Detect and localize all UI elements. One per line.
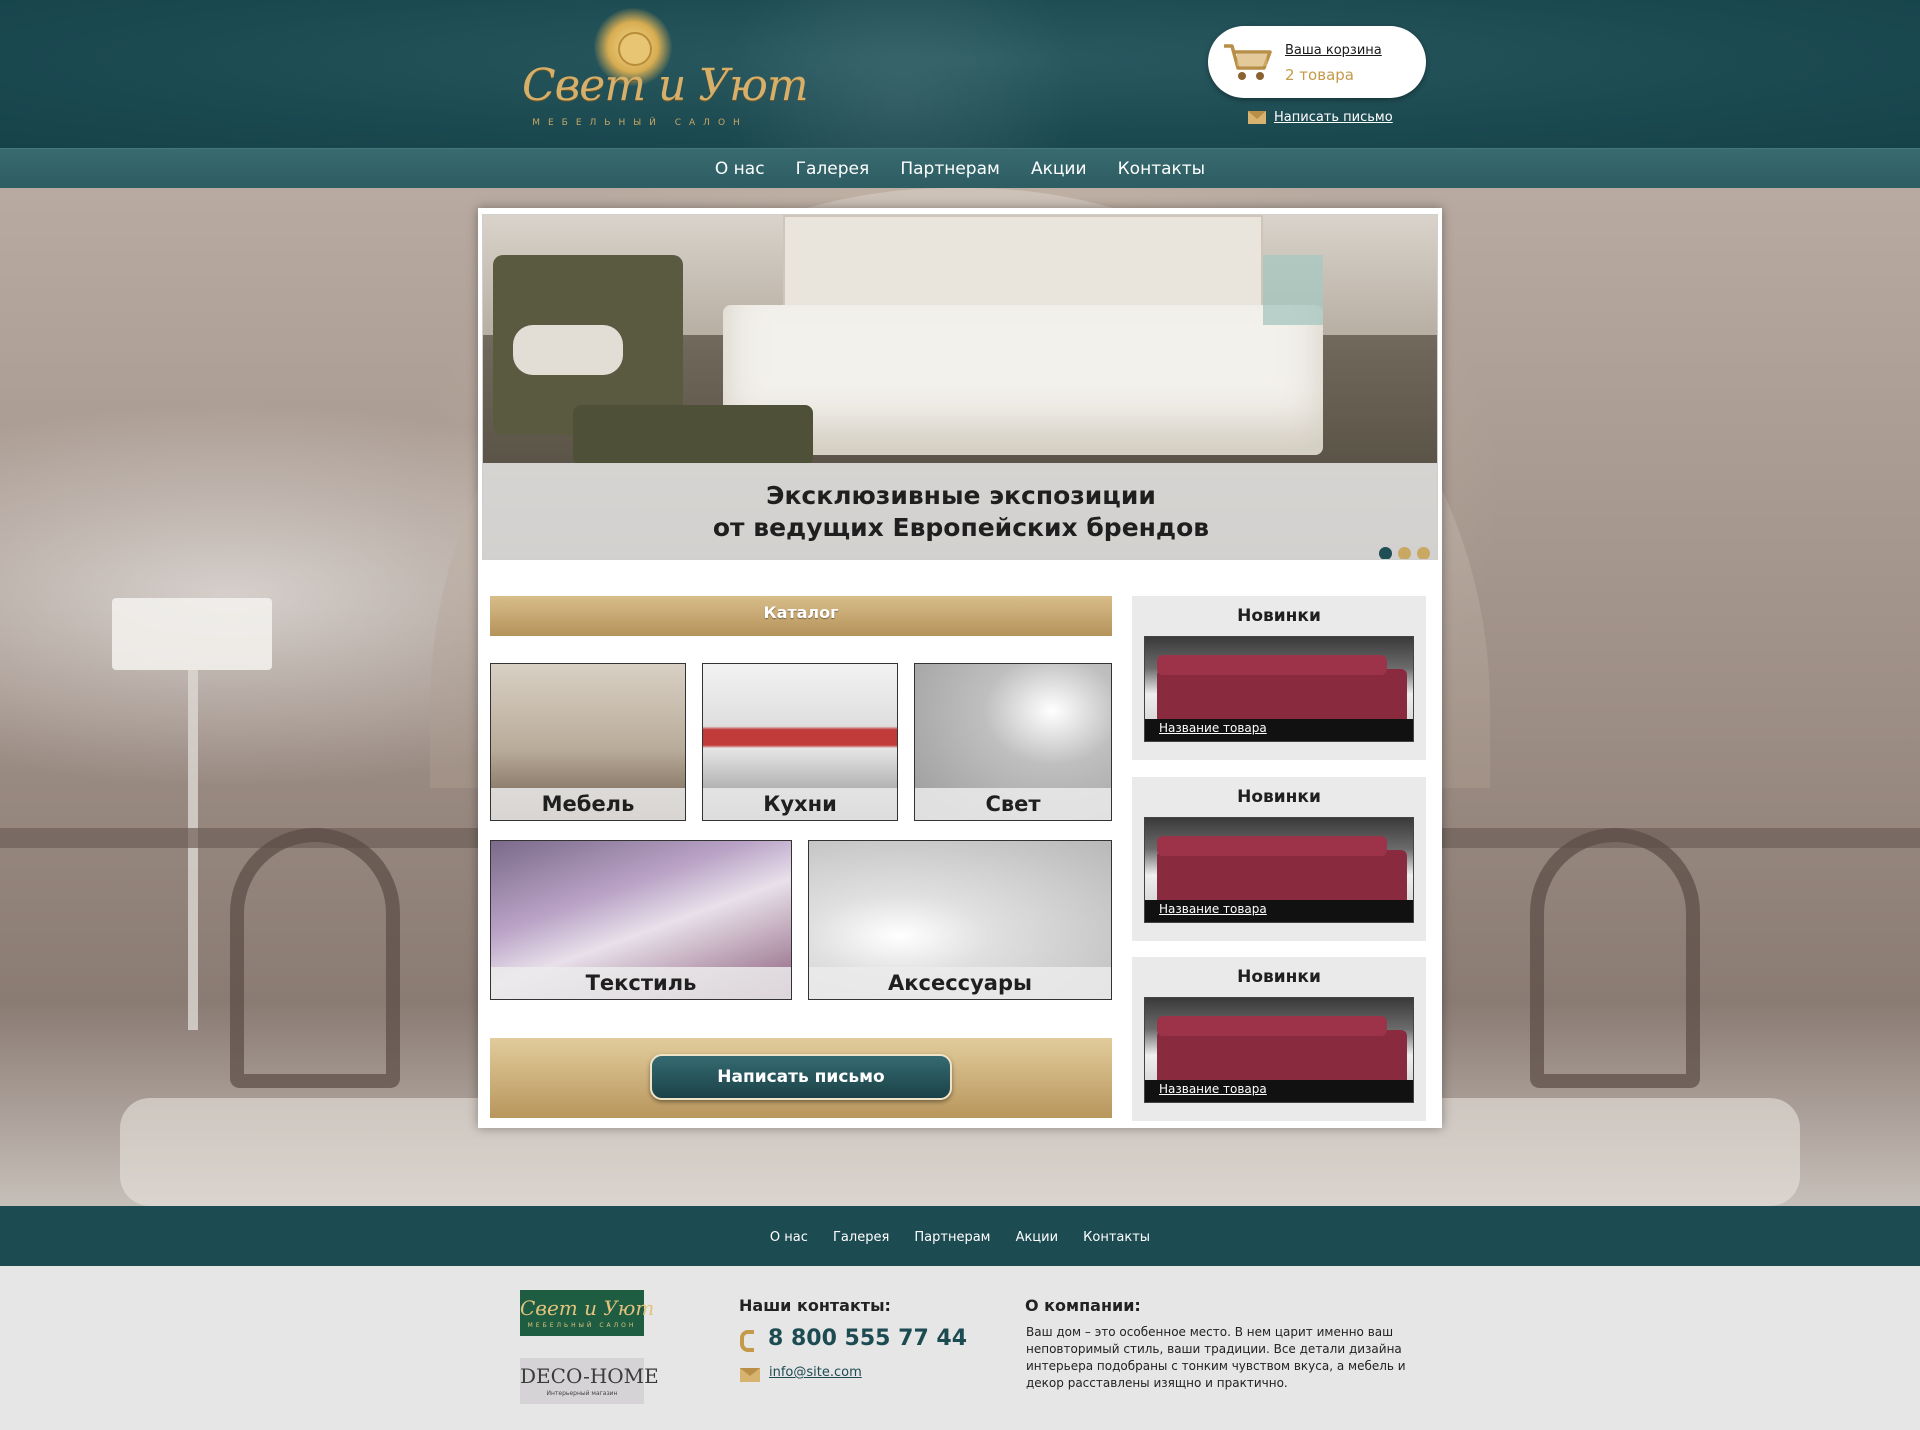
product-caption: Название товара [1145,719,1413,741]
footer-nav-bar: О нас Галерея Партнерам Акции Контакты [0,1206,1920,1266]
slide-image-ottoman [573,405,813,465]
product-image[interactable]: Название товара [1144,636,1414,742]
catalog-tile-label: Свет [915,788,1111,820]
footer-nav-item-about[interactable]: О нас [770,1208,808,1268]
sofa-image [1157,655,1407,725]
footer-logo-svet-i-uyut[interactable]: Свет и Уют МЕБЕЛЬНЫЙ САЛОН [520,1290,655,1336]
envelope-icon [1248,111,1266,124]
catalog-title: Каталог [763,603,839,622]
write-letter-label[interactable]: Написать письмо [1274,110,1393,125]
slider-dot-1[interactable] [1379,547,1392,559]
footer-nav-item-gallery[interactable]: Галерея [833,1208,889,1268]
hero-slider[interactable]: Эксклюзивные экспозиции от ведущих Европ… [482,214,1438,560]
footer-nav-item-partners[interactable]: Партнерам [914,1208,990,1268]
catalog-tile-label: Текстиль [491,967,791,999]
email-link[interactable]: info@site.com [769,1365,862,1380]
slide-image-bed [723,305,1323,455]
shopping-cart-icon [1224,44,1272,80]
nav-item-contacts[interactable]: Контакты [1118,149,1206,189]
news-title: Новинки [1237,606,1321,626]
cart-widget[interactable]: Ваша корзина 2 товара [1208,26,1426,98]
sideboard-left [0,828,500,848]
product-name-link[interactable]: Название товара [1159,902,1267,916]
main-nav: О нас Галерея Партнерам Акции Контакты [0,149,1920,189]
site-footer: Свет и Уют МЕБЕЛЬНЫЙ САЛОН DECO-HOME Инт… [0,1266,1920,1430]
catalog-tile-label: Аксессуары [809,967,1111,999]
about-title: О компании: [1025,1296,1141,1315]
slider-dots [1379,545,1436,559]
catalog-tile-textiles[interactable]: Текстиль [490,840,792,1000]
catalog-tile-accessories[interactable]: Аксессуары [808,840,1112,1000]
chair-left [230,828,400,1088]
nav-item-promotions[interactable]: Акции [1031,149,1087,189]
news-block: Новинки Название товара [1132,957,1426,1121]
slide-caption: Эксклюзивные экспозиции от ведущих Европ… [483,463,1437,559]
catalog-tile-label: Мебель [491,788,685,820]
main-nav-bar: О нас Галерея Партнерам Акции Контакты [0,148,1920,188]
footer-nav-item-contacts[interactable]: Контакты [1083,1208,1150,1268]
slide-image-lamp [1263,255,1323,325]
footer-logo1-title: Свет и Уют [520,1296,655,1320]
nav-item-partners[interactable]: Партнерам [900,149,1000,189]
phone-number[interactable]: 8 800 555 77 44 [768,1326,967,1351]
logo[interactable]: Свет и Уют МЕБЕЛЬНЫЙ САЛОН [522,8,809,130]
slider-dot-3[interactable] [1417,547,1430,559]
main-content-panel: Эксклюзивные экспозиции от ведущих Европ… [478,208,1442,1128]
catalog-tile-furniture[interactable]: Мебель [490,663,686,821]
logo-title: Свет и Уют [522,60,809,111]
product-name-link[interactable]: Название товара [1159,1082,1267,1096]
product-image[interactable]: Название товара [1144,817,1414,923]
slide-caption-line-2: от ведущих Европейских брендов [712,513,1210,542]
slide-caption-line-1: Эксклюзивные экспозиции [766,481,1156,510]
cart-count: 2 товара [1285,66,1354,84]
catalog-tile-label: Кухни [703,788,897,820]
phone-icon [740,1330,754,1352]
catalog-header: Каталог [490,596,1112,636]
product-image[interactable]: Название товара [1144,997,1414,1103]
chair-right [1530,828,1700,1088]
cart-link[interactable]: Ваша корзина [1285,43,1382,58]
site-header: Свет и Уют МЕБЕЛЬНЫЙ САЛОН Ваша корзина … [0,0,1920,260]
product-name-link[interactable]: Название товара [1159,721,1267,735]
footer-logo2-subtitle: Интерьерный магазин [546,1390,618,1397]
news-block: Новинки Название товара [1132,777,1426,941]
sofa-image [1157,836,1407,906]
footer-logo1-subtitle: МЕБЕЛЬНЫЙ САЛОН [527,1322,637,1329]
about-text: Ваш дом – это особенное место. В нем цар… [1026,1325,1406,1390]
product-caption: Название товара [1145,900,1413,922]
news-block: Новинки Название товара [1132,596,1426,760]
contacts-title: Наши контакты: [739,1296,891,1315]
envelope-icon [740,1368,760,1382]
table-lamp-stem [188,670,198,1030]
news-title: Новинки [1237,967,1321,987]
nav-item-about[interactable]: О нас [715,149,765,189]
news-title: Новинки [1237,787,1321,807]
logo-subtitle: МЕБЕЛЬНЫЙ САЛОН [532,118,748,128]
footer-nav: О нас Галерея Партнерам Акции Контакты [0,1206,1920,1268]
slide-image-pillow [513,325,623,375]
nav-item-gallery[interactable]: Галерея [796,149,870,189]
write-letter-box: Написать письмо [490,1038,1112,1118]
catalog-tile-kitchens[interactable]: Кухни [702,663,898,821]
product-caption: Название товара [1145,1080,1413,1102]
sideboard-right [1420,828,1920,848]
write-letter-button[interactable]: Написать письмо [650,1054,952,1100]
footer-logo-deco-home[interactable]: DECO-HOME Интерьерный магазин [520,1358,659,1404]
table-lamp-shade [112,598,272,670]
footer-nav-item-promotions[interactable]: Акции [1016,1208,1059,1268]
sofa-image [1157,1016,1407,1086]
slider-dot-2[interactable] [1398,547,1411,559]
footer-logo2-title: DECO-HOME [520,1364,659,1388]
catalog-tile-lighting[interactable]: Свет [914,663,1112,821]
